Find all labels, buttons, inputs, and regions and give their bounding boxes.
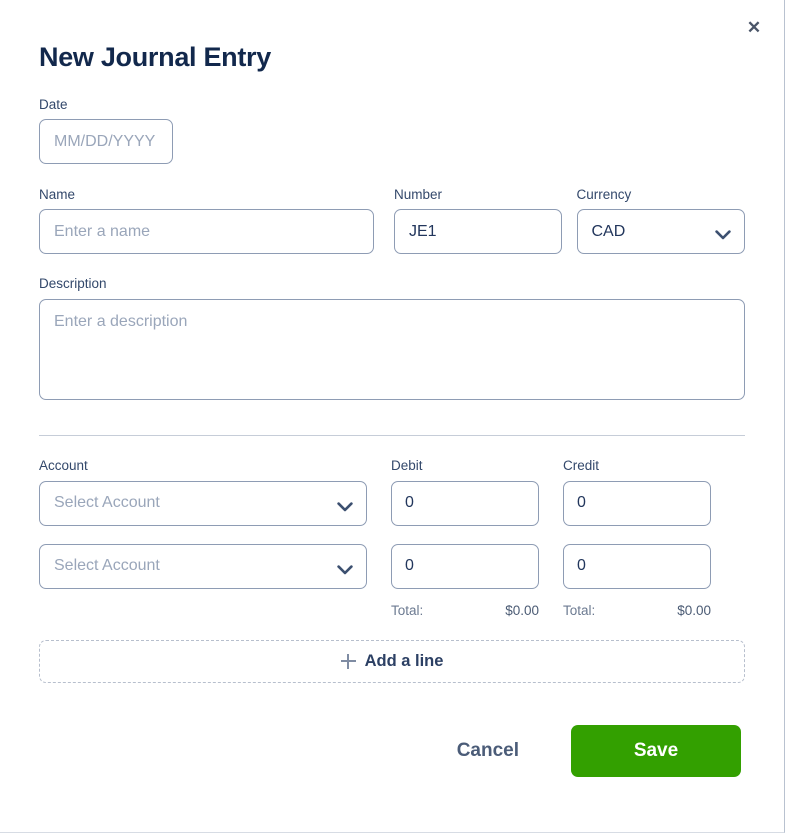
debit-input[interactable] xyxy=(391,480,539,526)
plus-icon xyxy=(340,653,356,669)
debit-input[interactable] xyxy=(391,543,539,589)
chevron-down-icon xyxy=(337,499,353,512)
credit-input[interactable] xyxy=(563,480,711,526)
journal-lines: Account Debit Credit Select Account 0 0 … xyxy=(39,458,745,683)
number-label: Number xyxy=(394,187,443,203)
description-label: Description xyxy=(39,276,107,292)
number-input[interactable] xyxy=(394,209,562,255)
cancel-button[interactable]: Cancel xyxy=(457,740,519,762)
account-select[interactable]: Select Account xyxy=(39,543,367,589)
date-input[interactable] xyxy=(39,119,173,165)
lines-header-row: Account Debit Credit xyxy=(39,458,745,481)
credit-total-value: $0.00 xyxy=(677,602,711,618)
credit-cell xyxy=(563,480,711,526)
credit-header-label: Credit xyxy=(563,457,600,473)
name-label: Name xyxy=(39,187,76,203)
chevron-down-icon xyxy=(337,562,353,575)
currency-label: Currency xyxy=(576,187,632,203)
date-label: Date xyxy=(39,97,68,112)
description-input[interactable] xyxy=(39,298,745,400)
new-journal-entry-modal: ✕ New Journal Entry Date Name Number Cur… xyxy=(0,0,785,833)
modal-content: New Journal Entry Date Name Number Curre… xyxy=(0,0,784,777)
currency-field-group: Currency CAD xyxy=(576,187,745,255)
credit-cell xyxy=(563,543,711,589)
account-select-value: Select Account xyxy=(54,557,160,575)
debit-column-header: Debit xyxy=(391,458,539,481)
currency-value: CAD xyxy=(591,222,626,240)
credit-total: Total: $0.00 xyxy=(563,603,711,618)
debit-cell xyxy=(391,480,539,526)
debit-cell xyxy=(391,543,539,589)
account-select[interactable]: Select Account xyxy=(39,480,367,526)
add-line-button[interactable]: Add a line xyxy=(39,639,745,683)
table-row: Select Account xyxy=(39,480,745,526)
debit-total-value: $0.00 xyxy=(505,602,539,618)
account-header-label: Account xyxy=(39,457,88,473)
close-icon[interactable]: ✕ xyxy=(740,13,768,41)
credit-column-header: Credit xyxy=(563,458,711,481)
add-line-label: Add a line xyxy=(364,651,444,670)
account-cell: Select Account xyxy=(39,543,367,589)
section-divider xyxy=(39,434,745,436)
chevron-down-icon xyxy=(715,227,731,240)
description-field-group: Description xyxy=(39,276,745,404)
account-cell: Select Account xyxy=(39,480,367,526)
credit-input[interactable] xyxy=(563,543,711,589)
debit-total-label: Total: xyxy=(391,602,424,618)
account-select-value: Select Account xyxy=(54,494,160,512)
modal-footer: Cancel Save xyxy=(39,724,745,777)
save-button[interactable]: Save xyxy=(571,724,741,777)
credit-total-label: Total: xyxy=(563,602,596,618)
name-number-currency-row: Name Number Currency CAD xyxy=(39,187,745,255)
totals-row: Total: $0.00 Total: $0.00 xyxy=(39,603,745,618)
currency-select[interactable]: CAD xyxy=(576,209,745,255)
table-row: Select Account xyxy=(39,543,745,589)
date-row: Date xyxy=(39,97,745,165)
debit-header-label: Debit xyxy=(391,457,423,473)
account-column-header: Account xyxy=(39,458,367,481)
debit-total: Total: $0.00 xyxy=(391,603,539,618)
name-input[interactable] xyxy=(39,209,374,255)
number-field-group: Number xyxy=(394,187,562,255)
page-title: New Journal Entry xyxy=(39,42,271,72)
name-field-group: Name xyxy=(39,187,374,255)
